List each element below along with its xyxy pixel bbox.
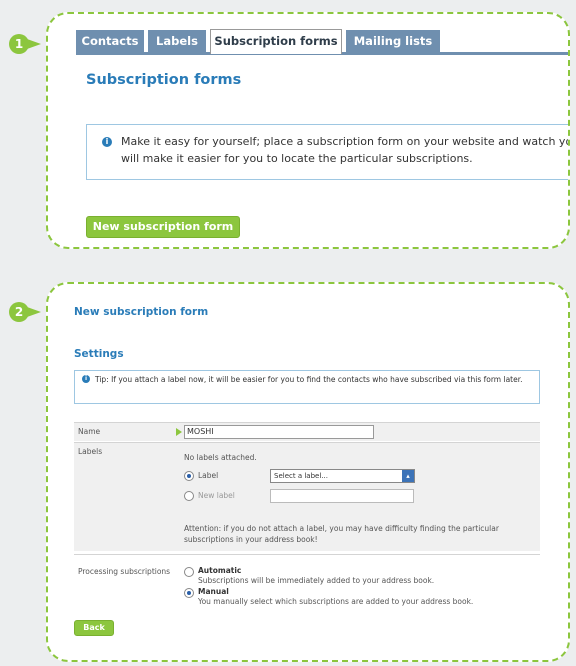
automatic-desc: Subscriptions will be immediately added … bbox=[198, 576, 435, 585]
processing-label: Processing subscriptions bbox=[78, 567, 171, 576]
automatic-radio[interactable] bbox=[184, 567, 194, 577]
new-label-radio[interactable] bbox=[184, 491, 194, 501]
required-arrow-icon bbox=[176, 428, 182, 436]
info-icon: i bbox=[102, 137, 112, 147]
new-label-input[interactable] bbox=[270, 489, 414, 503]
label-option-text: Label bbox=[198, 471, 219, 480]
manual-radio[interactable] bbox=[184, 588, 194, 598]
info-icon: i bbox=[82, 375, 90, 383]
tab-mailing-lists[interactable]: Mailing lists bbox=[346, 30, 440, 52]
step-2-pointer bbox=[27, 307, 41, 317]
select-arrow-icon: ▴ bbox=[402, 470, 414, 482]
subscription-forms-panel: Contacts Labels Subscription forms Maili… bbox=[46, 12, 570, 249]
new-subscription-form-panel: New subscription form Settings i Tip: If… bbox=[46, 282, 570, 662]
settings-heading: Settings bbox=[74, 348, 124, 360]
manual-title: Manual bbox=[198, 587, 229, 596]
manual-desc: You manually select which subscriptions … bbox=[198, 597, 474, 606]
tab-subscription-forms[interactable]: Subscription forms bbox=[210, 29, 342, 54]
labels-row: Labels No labels attached. Label Select … bbox=[74, 442, 540, 551]
tip-text: Tip: If you attach a label now, it will … bbox=[95, 375, 523, 384]
name-input[interactable]: MOSHI bbox=[184, 425, 374, 439]
new-label-option-text: New label bbox=[198, 491, 235, 500]
form-title: New subscription form bbox=[74, 306, 209, 318]
tab-bar: Contacts Labels Subscription forms Maili… bbox=[76, 29, 568, 55]
labels-label: Labels bbox=[78, 447, 103, 456]
tip-box: i Tip: If you attach a label now, it wil… bbox=[74, 370, 540, 404]
step-1-badge: 1 bbox=[9, 34, 29, 54]
page-title: Subscription forms bbox=[86, 72, 242, 88]
no-labels-text: No labels attached. bbox=[184, 453, 257, 462]
processing-row: Processing subscriptions Automatic Subsc… bbox=[74, 554, 540, 611]
name-row: Name MOSHI bbox=[74, 422, 540, 441]
info-text: Make it easy for yourself; place a subsc… bbox=[121, 135, 570, 165]
info-box: i Make it easy for yourself; place a sub… bbox=[86, 124, 570, 180]
label-radio[interactable] bbox=[184, 471, 194, 481]
name-label: Name bbox=[78, 427, 101, 436]
tab-contacts[interactable]: Contacts bbox=[76, 30, 144, 52]
tab-labels[interactable]: Labels bbox=[148, 30, 206, 52]
attention-text: Attention: if you do not attach a label,… bbox=[184, 524, 499, 544]
step-1-pointer bbox=[27, 39, 41, 49]
new-subscription-form-button[interactable]: New subscription form bbox=[86, 216, 240, 238]
back-button[interactable]: Back bbox=[74, 620, 114, 636]
step-2-badge: 2 bbox=[9, 302, 29, 322]
label-select[interactable]: Select a label... ▴ bbox=[270, 469, 415, 483]
label-select-value: Select a label... bbox=[274, 472, 328, 480]
automatic-title: Automatic bbox=[198, 566, 242, 575]
